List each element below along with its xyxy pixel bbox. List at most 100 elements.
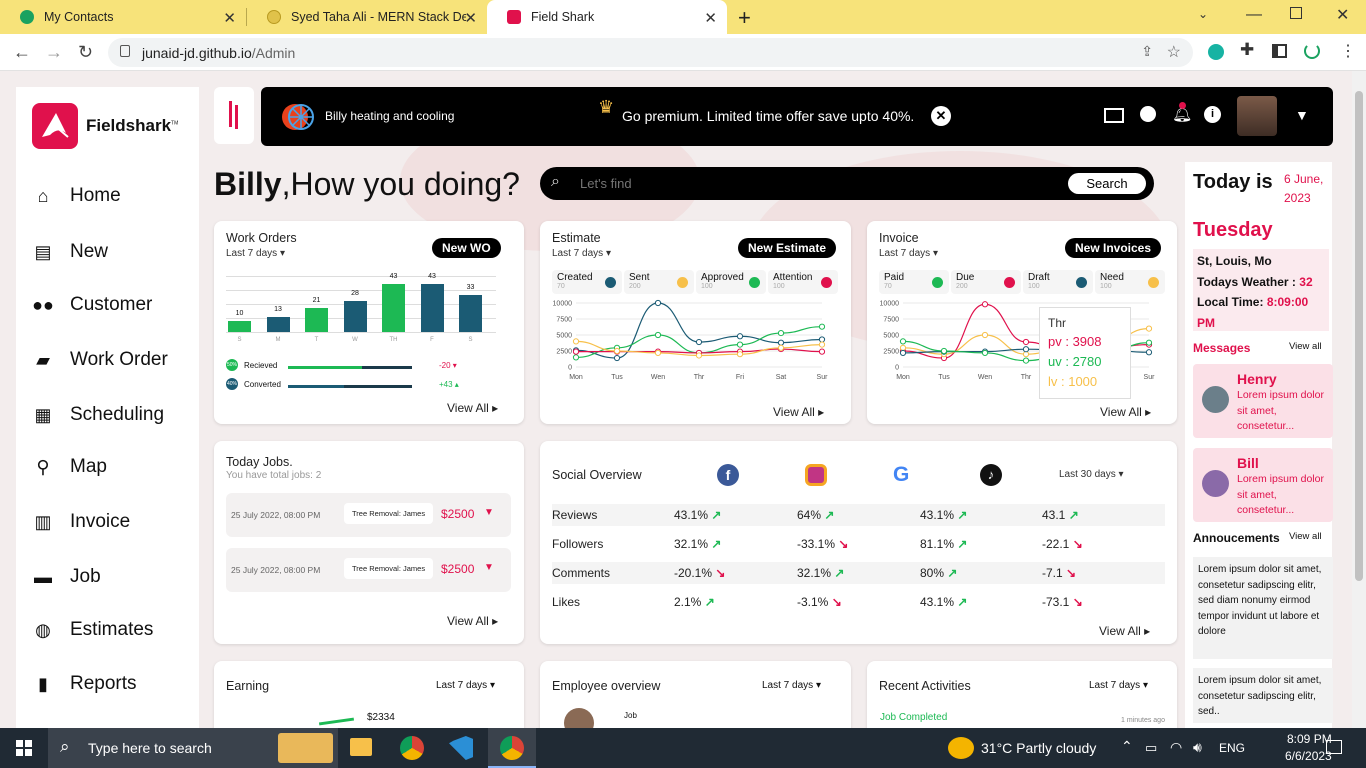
chevron-down-icon[interactable]: ▼: [484, 562, 494, 573]
sidebar-item-reports[interactable]: ▮ Reports: [32, 673, 136, 695]
instagram-icon[interactable]: [805, 464, 827, 486]
new-tab-icon[interactable]: +: [738, 5, 751, 31]
top-header: Billy heating and cooling ♛ Go premium. …: [261, 87, 1333, 146]
google-icon[interactable]: G: [893, 463, 909, 487]
account-dropdown-icon[interactable]: ▼: [1295, 107, 1309, 123]
page-scrollbar[interactable]: [1352, 71, 1366, 728]
close-tab-icon[interactable]: ✕: [223, 9, 236, 27]
data-point: [572, 338, 580, 345]
period-dropdown[interactable]: Last 7 days ▾: [879, 248, 938, 259]
search-input[interactable]: [580, 172, 1060, 194]
work-orders-view-all[interactable]: View All ▸: [447, 401, 498, 415]
windows-start-icon[interactable]: [16, 740, 32, 756]
message-item[interactable]: Henry Lorem ipsum dolor sit amet, conset…: [1193, 364, 1333, 438]
sidebar-item-customer[interactable]: ●● Customer: [32, 294, 152, 316]
vscode-icon[interactable]: [449, 736, 473, 760]
job-item[interactable]: 25 July 2022, 08:00 PM Tree Removal: Jam…: [226, 493, 511, 537]
social-period-dropdown[interactable]: Last 30 days ▾: [1059, 469, 1124, 480]
job-date: 25 July 2022, 08:00 PM: [231, 565, 321, 575]
company-name: Billy heating and cooling: [325, 109, 455, 123]
period-dropdown[interactable]: Last 7 days ▾: [762, 680, 821, 691]
user-avatar[interactable]: [1237, 96, 1277, 136]
period-dropdown[interactable]: Last 7 days ▾: [436, 680, 495, 691]
today-jobs-view-all[interactable]: View All ▸: [447, 614, 498, 628]
active-chrome-task[interactable]: [488, 728, 536, 768]
menu-toggle[interactable]: [214, 87, 254, 144]
restore-icon[interactable]: [1290, 7, 1302, 19]
search-icon: ⌕: [60, 737, 70, 756]
scrollbar-thumb[interactable]: [1355, 91, 1363, 581]
message-item[interactable]: Bill Lorem ipsum dolor sit amet, consete…: [1193, 448, 1333, 522]
tiktok-icon[interactable]: ♪: [980, 464, 1002, 486]
taskbar-search[interactable]: ⌕ Type here to search: [48, 728, 338, 768]
sidebar-item-new[interactable]: ▤ New: [32, 241, 108, 263]
data-point: [818, 323, 826, 330]
file-explorer-icon[interactable]: [350, 738, 372, 756]
job-item[interactable]: 25 July 2022, 08:00 PM Tree Removal: Jam…: [226, 548, 511, 592]
search-button[interactable]: Search: [1068, 173, 1146, 194]
window-close-icon[interactable]: ✕: [1336, 5, 1349, 25]
estimate-view-all[interactable]: View All ▸: [773, 405, 824, 419]
period-dropdown[interactable]: Last 7 days ▾: [552, 248, 611, 259]
new-estimate-button[interactable]: New Estimate: [738, 238, 837, 258]
social-view-all-link[interactable]: View All ▸: [1099, 624, 1150, 638]
announcements-view-all[interactable]: View all: [1289, 531, 1322, 542]
reload-icon[interactable]: ↻: [78, 42, 93, 63]
back-icon[interactable]: ←: [13, 42, 31, 63]
new-wo-button[interactable]: New WO: [432, 238, 501, 258]
browser-menu-icon[interactable]: ⋮: [1340, 41, 1356, 61]
minimize-icon[interactable]: —: [1246, 6, 1262, 24]
crown-icon: ♛: [598, 97, 615, 117]
facebook-icon[interactable]: f: [717, 464, 739, 486]
chevron-down-icon[interactable]: ▼: [484, 507, 494, 518]
sidebar-item-job[interactable]: ▬ Job: [32, 566, 101, 588]
sidebar-item-work-order[interactable]: ▰ Work Order: [32, 349, 168, 371]
sidebar-item-home[interactable]: ⌂ Home: [32, 185, 121, 207]
share-icon[interactable]: ⇪: [1141, 43, 1153, 60]
forward-icon[interactable]: →: [45, 42, 63, 63]
invoice-view-all[interactable]: View All ▸: [1100, 405, 1151, 419]
fieldshark-logo-icon: [32, 103, 78, 149]
data-point: [818, 336, 826, 343]
sidebar-item-scheduling[interactable]: ▦ Scheduling: [32, 404, 164, 426]
social-metric: -3.1% ↘: [797, 595, 842, 609]
taskbar-weather[interactable]: 31°C Partly cloudy: [981, 740, 1096, 756]
notifications-icon[interactable]: [1326, 740, 1342, 754]
sidebar-item-invoice[interactable]: ▥ Invoice: [32, 511, 130, 533]
side-panel-icon[interactable]: [1272, 44, 1287, 58]
taskbar-time[interactable]: 8:09 PM: [1287, 732, 1332, 746]
info-icon[interactable]: i: [1204, 106, 1221, 123]
tab-syed-taha[interactable]: Syed Taha Ali - MERN Stack Deve ✕: [247, 0, 487, 34]
mail-icon[interactable]: [1104, 108, 1124, 123]
period-dropdown[interactable]: Last 7 days ▾: [226, 248, 285, 259]
bookmark-star-icon[interactable]: ☆: [1167, 42, 1181, 62]
url-host: junaid-jd.github.io: [142, 44, 252, 61]
tab-my-contacts[interactable]: My Contacts ✕: [0, 0, 246, 34]
url-bar[interactable]: junaid-jd.github.io/Admin ⇪ ☆: [108, 38, 1193, 67]
grammarly-extension-icon[interactable]: [1208, 44, 1224, 60]
close-tab-icon[interactable]: ✕: [704, 9, 717, 27]
new-invoices-button[interactable]: New Invoices: [1065, 238, 1162, 258]
language-indicator[interactable]: ENG: [1219, 741, 1245, 755]
taskbar-date[interactable]: 6/6/2023: [1285, 749, 1332, 763]
volume-icon[interactable]: 🔊︎: [1193, 739, 1202, 756]
heating-cooling-logo-icon: [277, 99, 317, 135]
period-dropdown[interactable]: Last 7 days ▾: [1089, 680, 1148, 691]
close-offer-icon[interactable]: ✕: [931, 106, 951, 126]
chrome-icon[interactable]: [400, 736, 424, 760]
tab-field-shark[interactable]: Field Shark ✕: [487, 0, 727, 34]
received-badge: 50%: [226, 359, 238, 371]
tray-chevron-icon[interactable]: ⌃: [1121, 738, 1133, 755]
sidebar-item-estimates[interactable]: ◍ Estimates: [32, 619, 153, 641]
wifi-icon[interactable]: ◠: [1170, 739, 1182, 756]
sidebar-item-map[interactable]: ⚲ Map: [32, 456, 107, 478]
close-tab-icon[interactable]: ✕: [464, 9, 477, 27]
extensions-puzzle-icon[interactable]: ✚: [1240, 40, 1254, 60]
battery-icon[interactable]: ▭: [1145, 740, 1157, 756]
x-tick-label: Sur: [817, 374, 829, 381]
data-point: [736, 333, 744, 340]
profile-sync-icon[interactable]: [1304, 43, 1320, 59]
tab-search-chevron-icon[interactable]: ⌄: [1198, 7, 1208, 21]
messages-view-all[interactable]: View all: [1289, 341, 1322, 352]
settings-gear-icon[interactable]: [1140, 106, 1156, 122]
